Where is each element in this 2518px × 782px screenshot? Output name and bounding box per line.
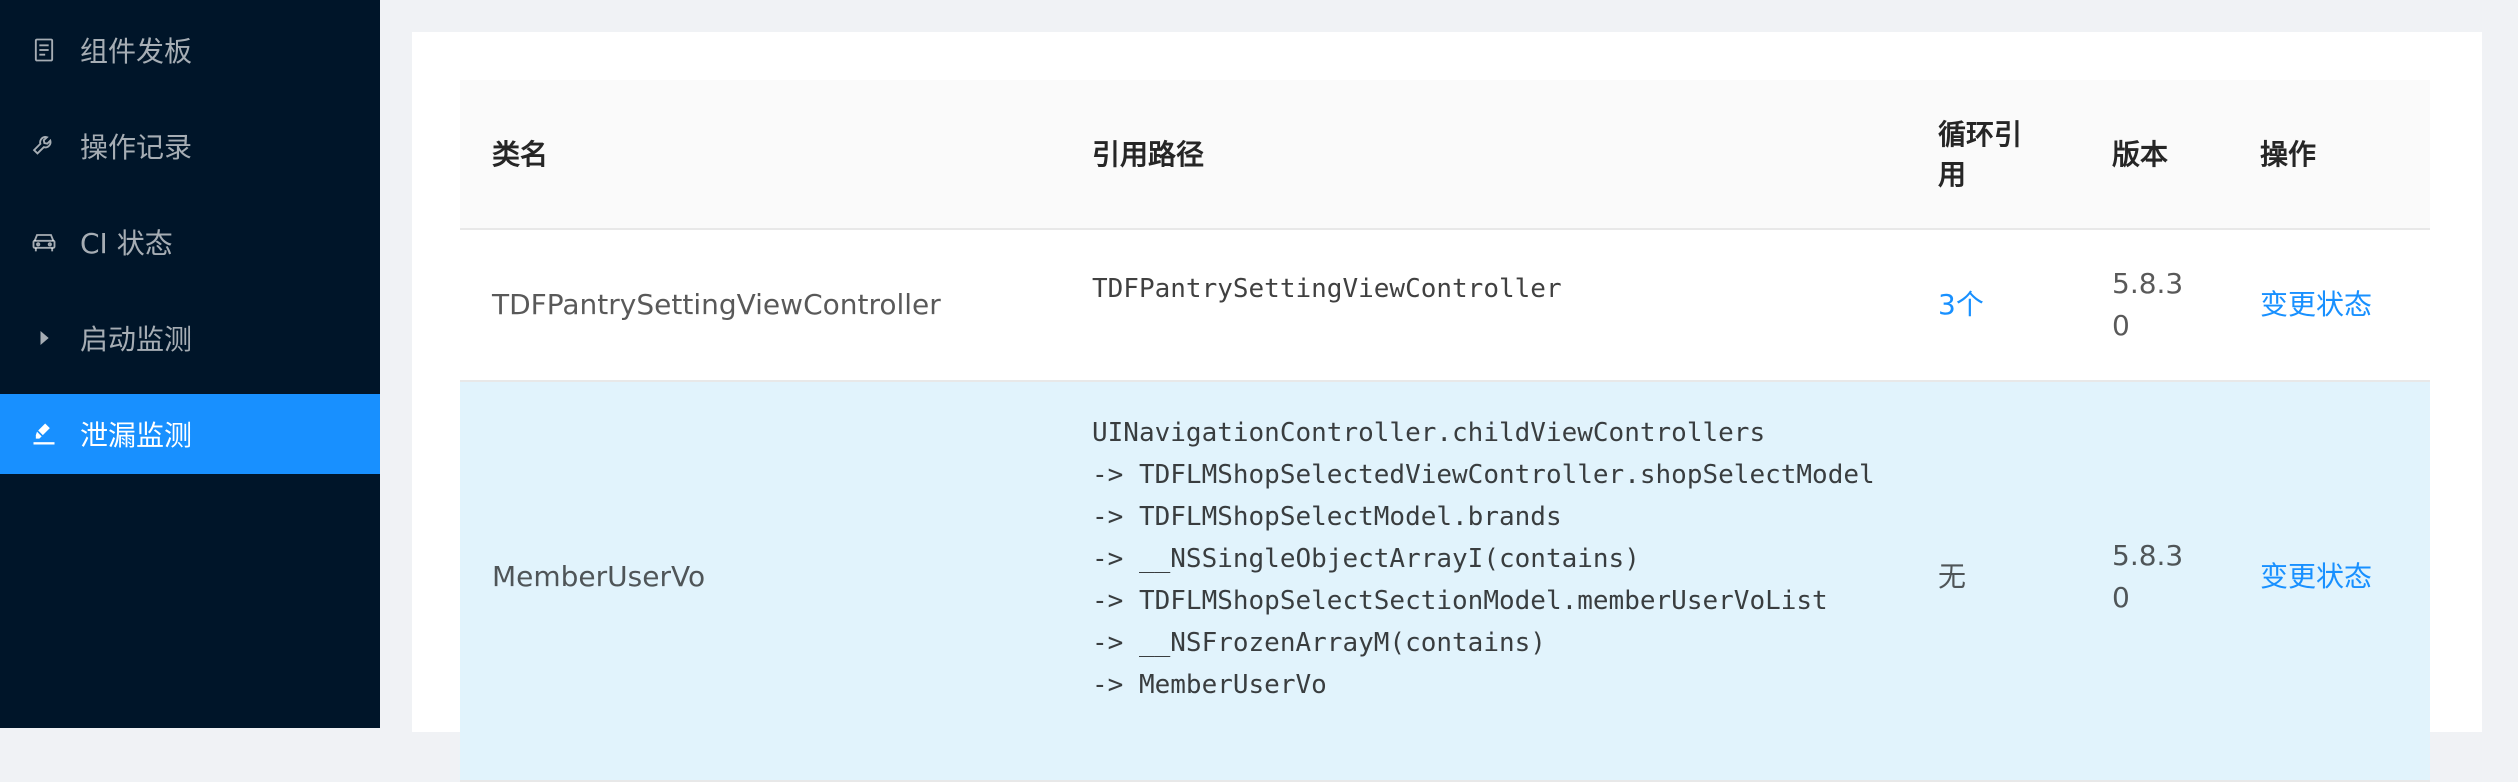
- table-header: 类名 引用路径 循环引 用 版本 操作: [460, 80, 2430, 230]
- sidebar-item-label: CI 状态: [80, 227, 173, 260]
- column-header-cycle-line2: 用: [1938, 158, 1967, 191]
- cell-action: 变更状态: [2260, 230, 2420, 380]
- sidebar-item-startup-monitor[interactable]: 启动监测: [0, 298, 380, 378]
- sidebar-item-label: 启动监测: [80, 323, 193, 356]
- cell-version: 5.8.3 0: [2112, 230, 2212, 380]
- cell-reference-path: UINavigationController.childViewControll…: [1092, 382, 1912, 780]
- sidebar-item-operation-log[interactable]: 操作记录: [0, 106, 380, 186]
- main-content: 类名 引用路径 循环引 用 版本 操作 TDFPantrySettingView…: [380, 0, 2518, 782]
- cycle-none-text: 无: [1938, 560, 1967, 593]
- reference-path-text: UINavigationController.childViewControll…: [1092, 418, 1875, 700]
- sidebar-item-label: 组件发板: [80, 35, 193, 68]
- sidebar-item-label: 操作记录: [80, 131, 193, 164]
- reference-path-text: TDFPantrySettingViewController: [1092, 274, 1562, 304]
- document-icon: [28, 34, 60, 66]
- column-header-cycle: 循环引 用: [1938, 80, 2058, 230]
- cell-version: 5.8.3 0: [2112, 382, 2212, 772]
- cell-action: 变更状态: [2260, 382, 2420, 772]
- car-icon: [28, 226, 60, 258]
- column-header-action: 操作: [2260, 138, 2317, 171]
- sidebar-item-ci-status[interactable]: CI 状态: [0, 202, 380, 282]
- table-row: TDFPantrySettingViewController TDFPantry…: [460, 230, 2430, 382]
- sidebar-item-component-release[interactable]: 组件发板: [0, 10, 380, 90]
- version-line1: 5.8.3: [2112, 267, 2184, 300]
- cycle-count-link[interactable]: 3个: [1938, 284, 1984, 326]
- cell-cycle: 无: [1938, 382, 2058, 772]
- content-card: 类名 引用路径 循环引 用 版本 操作 TDFPantrySettingView…: [412, 32, 2482, 782]
- version-line2: 0: [2112, 581, 2130, 614]
- version-line2: 0: [2112, 309, 2130, 342]
- column-header-path: 引用路径: [1092, 138, 1205, 171]
- caret-right-icon: [28, 322, 60, 354]
- highlighter-icon: [28, 418, 60, 450]
- wrench-icon: [28, 130, 60, 162]
- column-header-version: 版本: [2112, 138, 2169, 171]
- cell-reference-path: TDFPantrySettingViewController: [1092, 230, 1912, 380]
- version-line1: 5.8.3: [2112, 539, 2184, 572]
- sidebar-item-leak-monitor[interactable]: 泄漏监测: [0, 394, 380, 474]
- cell-class-name: MemberUserVo: [492, 560, 706, 593]
- change-status-link[interactable]: 变更状态: [2260, 284, 2372, 326]
- cell-cycle: 3个: [1938, 230, 2058, 380]
- table-row: MemberUserVo UINavigationController.chil…: [460, 382, 2430, 782]
- cell-class-name: TDFPantrySettingViewController: [492, 288, 941, 321]
- column-header-name: 类名: [492, 138, 549, 171]
- sidebar: 组件发板 操作记录 CI 状态 启动监测 泄漏监测: [0, 0, 380, 728]
- column-header-cycle-line1: 循环引: [1938, 118, 2023, 151]
- sidebar-item-label: 泄漏监测: [80, 419, 193, 452]
- change-status-link[interactable]: 变更状态: [2260, 556, 2372, 598]
